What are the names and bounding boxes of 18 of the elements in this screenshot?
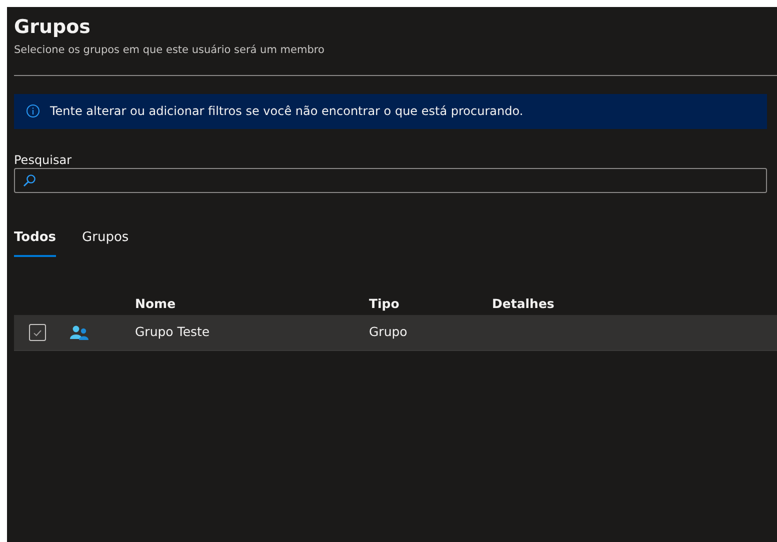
search-label: Pesquisar bbox=[14, 152, 73, 168]
info-message: Tente alterar ou adicionar filtros se você não encontrar o que está procurando. bbox=[50, 103, 524, 120]
column-header: Nome bbox=[135, 296, 176, 311]
table-row[interactable]: Grupo Teste Grupo bbox=[14, 315, 777, 352]
search-field[interactable] bbox=[14, 168, 767, 193]
group-icon bbox=[70, 325, 89, 340]
table-cell: Grupo bbox=[369, 324, 408, 340]
search-icon bbox=[23, 174, 36, 187]
column-header: Detalhes bbox=[492, 296, 554, 311]
page-title: Grupos bbox=[14, 15, 92, 39]
tab[interactable]: Todos bbox=[14, 228, 56, 258]
check-icon bbox=[33, 328, 42, 337]
column-header: Tipo bbox=[369, 296, 400, 311]
info-icon bbox=[26, 104, 40, 118]
page-subtitle: Selecione os grupos em que este usuário será um membro bbox=[14, 43, 326, 58]
tab[interactable]: Grupos bbox=[82, 228, 129, 258]
row-checkbox[interactable] bbox=[29, 324, 46, 342]
table-cell: Grupo Teste bbox=[135, 324, 210, 340]
